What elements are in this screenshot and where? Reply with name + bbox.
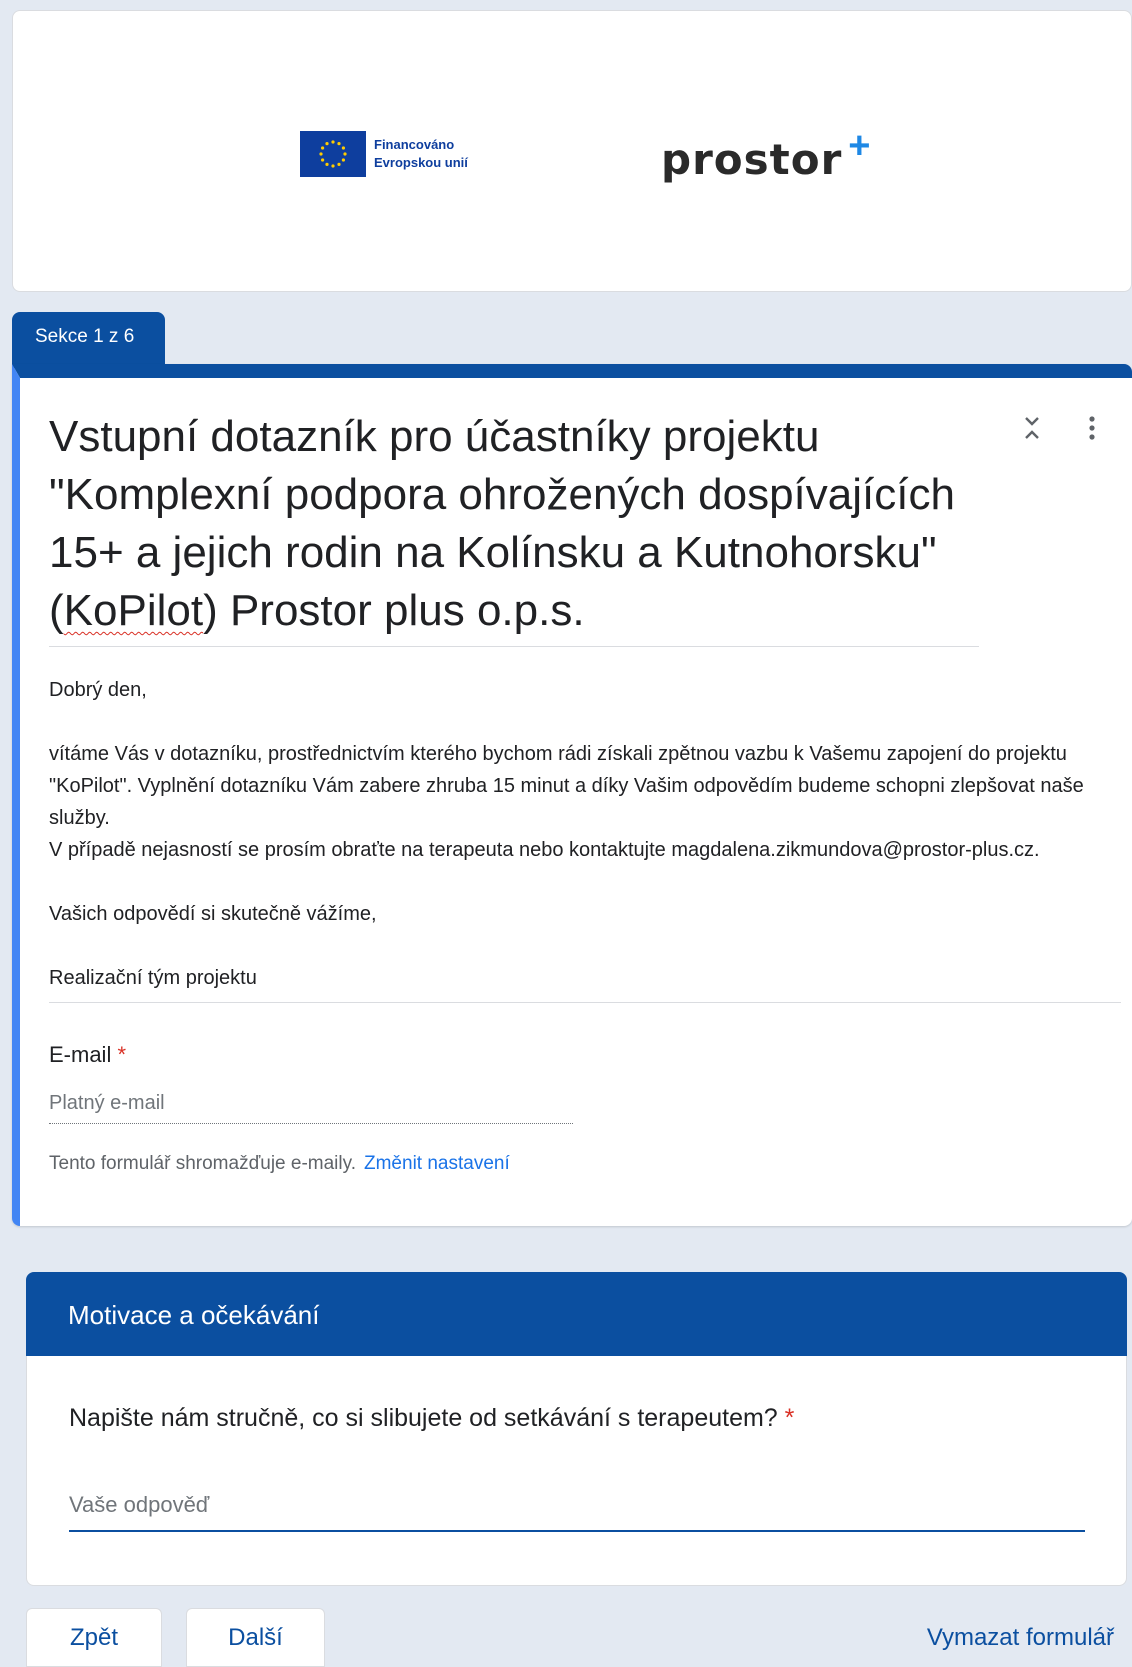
eu-text-line1: Financováno: [374, 137, 455, 152]
email-label: E-mail *: [49, 1042, 126, 1068]
eu-text-line2: Evropskou unií: [374, 155, 468, 170]
question-text: Napište nám stručně, co si slibujete od …: [69, 1404, 794, 1433]
answer-field[interactable]: [69, 1480, 1085, 1532]
question-label: Napište nám stručně, co si slibujete od …: [69, 1404, 778, 1432]
description-paragraph-2: V případě nejasností se prosím obraťte n…: [49, 839, 1040, 861]
back-button[interactable]: Zpět: [26, 1608, 162, 1667]
required-asterisk: *: [117, 1042, 127, 1067]
title-actions: [1022, 414, 1096, 449]
more-vert-icon[interactable]: [1088, 414, 1096, 449]
email-collection-note: Tento formulář shromažďuje e-maily. Změni…: [49, 1153, 510, 1175]
clear-form-button[interactable]: Vymazat formulář: [927, 1624, 1114, 1652]
title-spellcheck-word: KoPilot: [63, 586, 204, 635]
change-settings-link[interactable]: Změnit nastavení: [364, 1153, 510, 1174]
eu-funding-logo: Financováno Evropskou unií: [300, 131, 468, 177]
collapse-icon[interactable]: [1022, 414, 1042, 449]
next-button[interactable]: Další: [186, 1608, 325, 1667]
required-asterisk: *: [784, 1404, 795, 1432]
form-description: Dobrý den, vítáme Vás v dotazníku, prost…: [49, 674, 1121, 1003]
section-indicator: Sekce 1 z 6: [12, 312, 165, 368]
title-text-part2: ) Prostor plus o.p.s.: [203, 586, 585, 635]
form-intro-card: Vstupní dotazník pro účastníky projektu …: [12, 364, 1132, 1226]
description-closing: Vašich odpovědí si skutečně vážíme,: [49, 903, 377, 925]
prostor-plus-logo: prostor +: [661, 125, 870, 184]
section-title-motivation: Motivace a očekávání: [26, 1272, 1127, 1356]
eu-funding-text: Financováno Evropskou unií: [374, 136, 468, 172]
email-label-text: E-mail: [49, 1042, 112, 1067]
eu-flag-icon: [300, 131, 366, 177]
description-signature: Realizační tým projektu: [49, 967, 257, 989]
brand-name: prostor: [661, 135, 843, 184]
collect-note-text: Tento formulář shromažďuje e-maily.: [49, 1153, 356, 1174]
header-banner: Financováno Evropskou unií prostor +: [12, 10, 1132, 292]
brand-plus-icon: +: [848, 125, 871, 167]
description-greeting: Dobrý den,: [49, 679, 147, 701]
form-title: Vstupní dotazník pro účastníky projektu …: [49, 408, 979, 647]
description-paragraph-1: vítáme Vás v dotazníku, prostřednictvím …: [49, 743, 1084, 829]
email-field[interactable]: [49, 1084, 573, 1124]
question-card: Napište nám stručně, co si slibujete od …: [26, 1356, 1127, 1586]
